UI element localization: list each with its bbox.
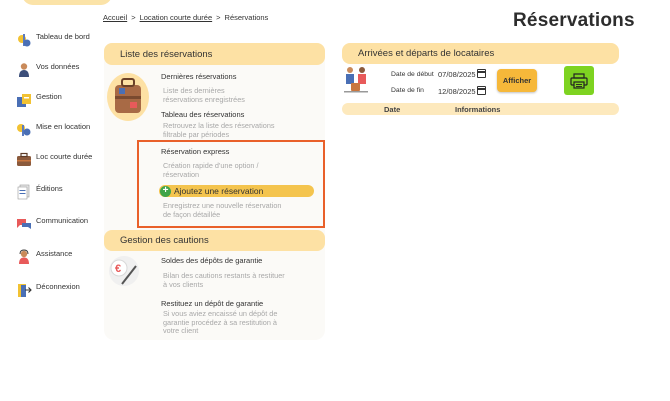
suitcase-icon bbox=[17, 152, 31, 166]
sidebar-item-label: Loc courte durée bbox=[36, 152, 93, 161]
column-header-date[interactable]: Date bbox=[384, 105, 400, 114]
express-reservation-title[interactable]: Réservation express bbox=[161, 147, 229, 156]
reservations-table-desc: Retrouvez la liste des réservations filt… bbox=[163, 121, 275, 139]
end-date-input[interactable]: 12/08/2025 bbox=[438, 87, 476, 96]
breadcrumb-separator: > bbox=[216, 13, 221, 22]
sidebar-item-label: Vos données bbox=[36, 62, 80, 71]
page-title: Réservations bbox=[513, 10, 635, 31]
sidebar-item-short-term-rental[interactable]: Loc courte durée bbox=[16, 152, 92, 168]
management-icon bbox=[17, 94, 31, 107]
column-header-info[interactable]: Informations bbox=[455, 105, 500, 114]
desc-line: réservation bbox=[163, 169, 200, 179]
desc-line: de façon détaillée bbox=[163, 209, 221, 219]
end-date-label: Date de fin bbox=[391, 87, 424, 94]
desc-line: votre client bbox=[163, 326, 199, 336]
arrivals-table-header: Date Informations bbox=[342, 103, 619, 115]
start-date-label: Date de début bbox=[391, 71, 434, 78]
desc-line: filtrable par périodes bbox=[163, 129, 230, 139]
latest-reservations-desc: Liste des dernières réservations enregis… bbox=[163, 86, 245, 104]
sidebar-item-label: Éditions bbox=[36, 184, 63, 193]
sidebar-item-assistance[interactable]: Assistance bbox=[16, 249, 72, 265]
deposit-refund-title[interactable]: Restituez un dépôt de garantie bbox=[161, 299, 263, 308]
breadcrumb-current: Réservations bbox=[224, 13, 269, 22]
printer-icon bbox=[570, 72, 588, 89]
sidebar-item-user-data[interactable]: Vos données bbox=[16, 62, 79, 78]
start-date-input[interactable]: 07/08/2025 bbox=[438, 70, 476, 79]
breadcrumb-home-link[interactable]: Accueil bbox=[103, 13, 127, 22]
logout-icon bbox=[18, 284, 32, 297]
sidebar-item-communication[interactable]: Communication bbox=[16, 216, 88, 232]
deposit-balance-desc: Bilan des cautions restants à restituer … bbox=[163, 271, 285, 289]
arrivals-panel-header: Arrivées et départs de locataires bbox=[342, 43, 619, 64]
sidebar-item-rental-listing[interactable]: Mise en location bbox=[16, 122, 90, 138]
rental-listing-icon bbox=[17, 124, 31, 136]
documents-icon bbox=[17, 184, 30, 200]
sidebar: Tableau de bord Vos données Gestion Mise… bbox=[0, 0, 100, 401]
breadcrumb-section-link[interactable]: Location courte durée bbox=[140, 13, 213, 22]
svg-text:€: € bbox=[115, 263, 121, 275]
calendar-icon[interactable] bbox=[477, 86, 486, 95]
travelers-icon bbox=[344, 67, 368, 93]
add-reservation-button[interactable]: + Ajoutez une réservation bbox=[159, 185, 314, 197]
desc-line: à vos clients bbox=[163, 279, 204, 289]
euro-coin-icon: € bbox=[109, 256, 139, 286]
sidebar-item-label: Déconnexion bbox=[36, 282, 80, 291]
breadcrumb-separator: > bbox=[131, 13, 136, 22]
sidebar-item-management[interactable]: Gestion bbox=[16, 92, 62, 108]
reservations-table-title[interactable]: Tableau des réservations bbox=[161, 110, 244, 119]
detailed-reservation-desc[interactable]: Enregistrez une nouvelle réservation de … bbox=[163, 201, 281, 219]
deposit-balance-title[interactable]: Soldes des dépôts de garantie bbox=[161, 256, 262, 265]
sidebar-item-label: Assistance bbox=[36, 249, 73, 258]
plus-icon: + bbox=[160, 185, 171, 197]
sidebar-item-label: Mise en location bbox=[36, 122, 91, 131]
breadcrumb: Accueil > Location courte durée > Réservatio… bbox=[103, 13, 268, 22]
latest-reservations-title[interactable]: Dernières réservations bbox=[161, 72, 236, 81]
sidebar-item-editions[interactable]: Éditions bbox=[16, 184, 63, 200]
support-icon bbox=[19, 249, 29, 264]
sidebar-item-label: Tableau de bord bbox=[36, 32, 90, 41]
print-button[interactable] bbox=[564, 66, 594, 95]
calendar-icon[interactable] bbox=[477, 69, 486, 78]
sidebar-item-dashboard[interactable]: Tableau de bord bbox=[16, 32, 90, 48]
dashboard-icon bbox=[18, 34, 31, 47]
deposit-refund-desc: Si vous aviez encaissé un dépôt de garan… bbox=[163, 309, 277, 336]
sidebar-item-logout[interactable]: Déconnexion bbox=[16, 282, 80, 298]
express-reservation-desc: Création rapide d'une option / réservati… bbox=[163, 161, 259, 179]
sidebar-item-label: Communication bbox=[36, 216, 89, 225]
chat-icon bbox=[17, 219, 31, 229]
add-reservation-label: Ajoutez une réservation bbox=[174, 186, 264, 196]
user-data-icon bbox=[19, 63, 29, 77]
sidebar-item-label: Gestion bbox=[36, 92, 62, 101]
reservations-panel-header: Liste des réservations bbox=[104, 43, 325, 65]
suitcase-illustration-icon bbox=[107, 73, 149, 121]
show-button[interactable]: Afficher bbox=[497, 69, 537, 92]
deposits-panel-header: Gestion des cautions bbox=[104, 230, 325, 251]
desc-line: réservations enregistrées bbox=[163, 94, 245, 104]
